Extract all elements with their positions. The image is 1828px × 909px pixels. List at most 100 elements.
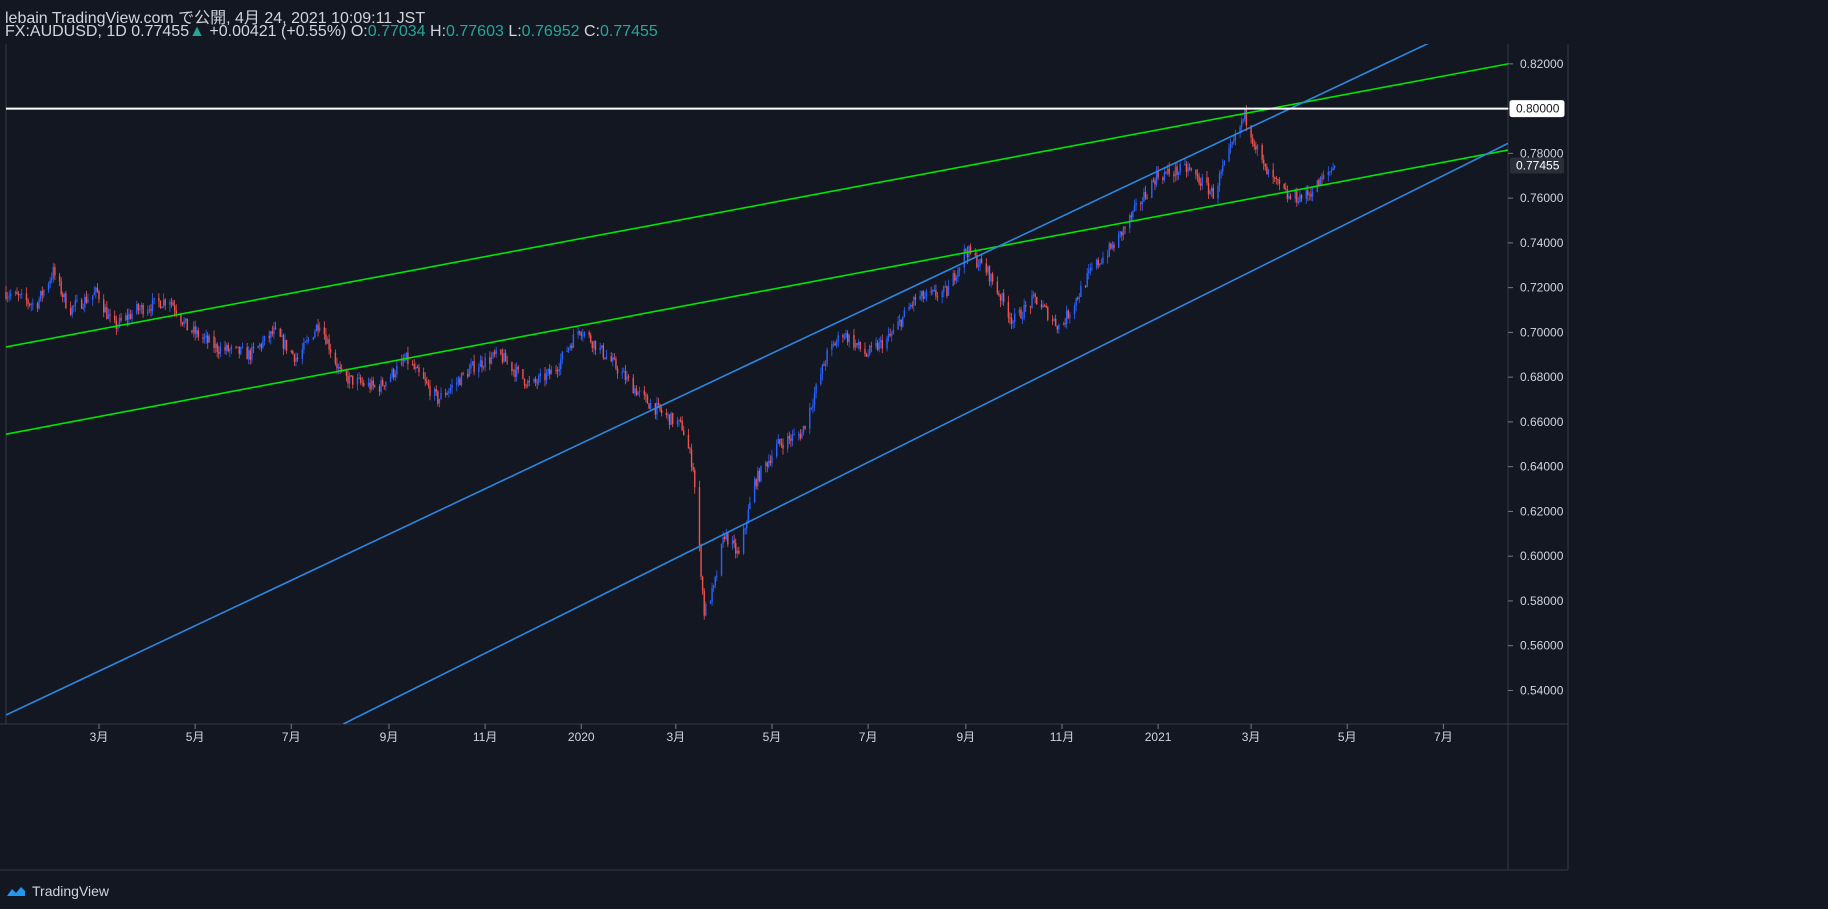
candle-body [259, 344, 261, 346]
candle-body [627, 376, 630, 378]
candle-body [775, 443, 778, 457]
candle-body [790, 438, 792, 441]
candle-body [1091, 267, 1093, 269]
candle-body [394, 374, 396, 378]
candle-body [1053, 318, 1055, 321]
candle-body [660, 409, 663, 414]
candle-body [646, 396, 649, 404]
low-value: 0.76952 [521, 23, 580, 40]
candle-body [1144, 191, 1147, 198]
candle-body [678, 419, 680, 422]
candle-body [1261, 145, 1263, 160]
candle-body [457, 378, 460, 383]
tradingview-brand[interactable]: TradingView [6, 883, 109, 899]
candle-body [867, 354, 869, 357]
candle-body [202, 337, 204, 339]
candle-body [413, 364, 415, 369]
candle-body [700, 545, 702, 577]
candle-body [1007, 301, 1010, 318]
candle-body [142, 304, 144, 315]
time-tick-label: 7月 [282, 730, 301, 744]
candle-body [683, 430, 685, 435]
candle-body [16, 292, 18, 295]
candle-body [32, 303, 34, 305]
candle-body [14, 292, 17, 294]
candle-body [1255, 146, 1257, 150]
candle-body [1305, 190, 1307, 199]
candle-body [958, 267, 961, 270]
candle-body [1151, 180, 1153, 198]
candle-body [856, 343, 858, 345]
candle-body [624, 371, 627, 380]
trend-line [6, 63, 1508, 348]
candle-body [74, 300, 77, 306]
candle-body [492, 352, 494, 357]
candle-body [1113, 244, 1115, 248]
candle-body [1058, 324, 1060, 330]
price-tick-label: 0.54000 [1520, 683, 1564, 697]
candle-body [558, 369, 560, 372]
candle-body [158, 297, 160, 302]
candle-body [876, 343, 879, 350]
candle-body [504, 352, 507, 362]
time-tick-label: 2020 [568, 730, 595, 744]
candle-body [479, 360, 482, 367]
symbol-interval[interactable]: FX:AUDUSD, 1D [5, 23, 127, 40]
candle-body [736, 550, 739, 554]
candle-body [87, 299, 89, 303]
time-axis[interactable]: 3月 5月 7月 9月 11月 2020 3月 5月 7月 9月 11月 2021 3月 5月 7月 [90, 724, 1453, 744]
candle-body [536, 382, 538, 384]
candle-body [853, 334, 855, 348]
candle-body [911, 305, 913, 307]
candle-body [525, 385, 527, 387]
candle-body [473, 361, 475, 373]
candle-body [787, 436, 789, 449]
candle-body [1322, 174, 1325, 179]
candle-body [815, 384, 817, 394]
candle-body [526, 380, 529, 387]
candle-body [857, 341, 860, 345]
candle-body [8, 295, 10, 297]
candle-body [824, 363, 827, 366]
candle-body [566, 351, 568, 353]
candle-body [998, 293, 1000, 296]
candle-body [1267, 169, 1270, 175]
candle-body [396, 365, 398, 375]
candle-body [109, 314, 111, 316]
candle-body [257, 345, 259, 349]
candle-body [1285, 188, 1287, 190]
candle-body [727, 532, 729, 545]
candle-body [69, 308, 72, 315]
candle-body [793, 434, 795, 436]
candle-body [908, 307, 910, 311]
symbol-legend: FX:AUDUSD, 1D 0.77455▲ +0.00421 (+0.55%)… [5, 23, 658, 41]
candle-body [314, 331, 316, 338]
trend-line [342, 142, 1508, 724]
candle-body [1152, 180, 1155, 182]
candle-body [523, 378, 526, 386]
candle-body [605, 356, 608, 359]
candle-body [753, 479, 756, 503]
candle-body [820, 374, 822, 385]
candle-body [207, 335, 209, 343]
candle-body [181, 322, 184, 325]
price-chart[interactable]: 0.820000.800000.780000.760000.740000.720… [0, 0, 1828, 909]
candle-body [315, 324, 318, 332]
candle-body [482, 367, 485, 369]
candle-body [1199, 183, 1202, 186]
candle-body [567, 347, 570, 352]
candle-body [913, 296, 915, 306]
candle-body [1111, 244, 1114, 249]
candle-body [325, 334, 327, 344]
candle-body [484, 357, 486, 368]
candle-body [285, 339, 288, 351]
price-axis[interactable]: 0.820000.800000.780000.760000.740000.720… [1508, 57, 1565, 698]
candle-body [304, 341, 307, 343]
candle-body [837, 335, 839, 342]
candle-body [668, 414, 671, 425]
candle-body [435, 389, 437, 392]
candle-body [1229, 144, 1232, 149]
candle-body [823, 364, 825, 366]
candle-body [571, 345, 573, 348]
candle-body [703, 590, 705, 616]
